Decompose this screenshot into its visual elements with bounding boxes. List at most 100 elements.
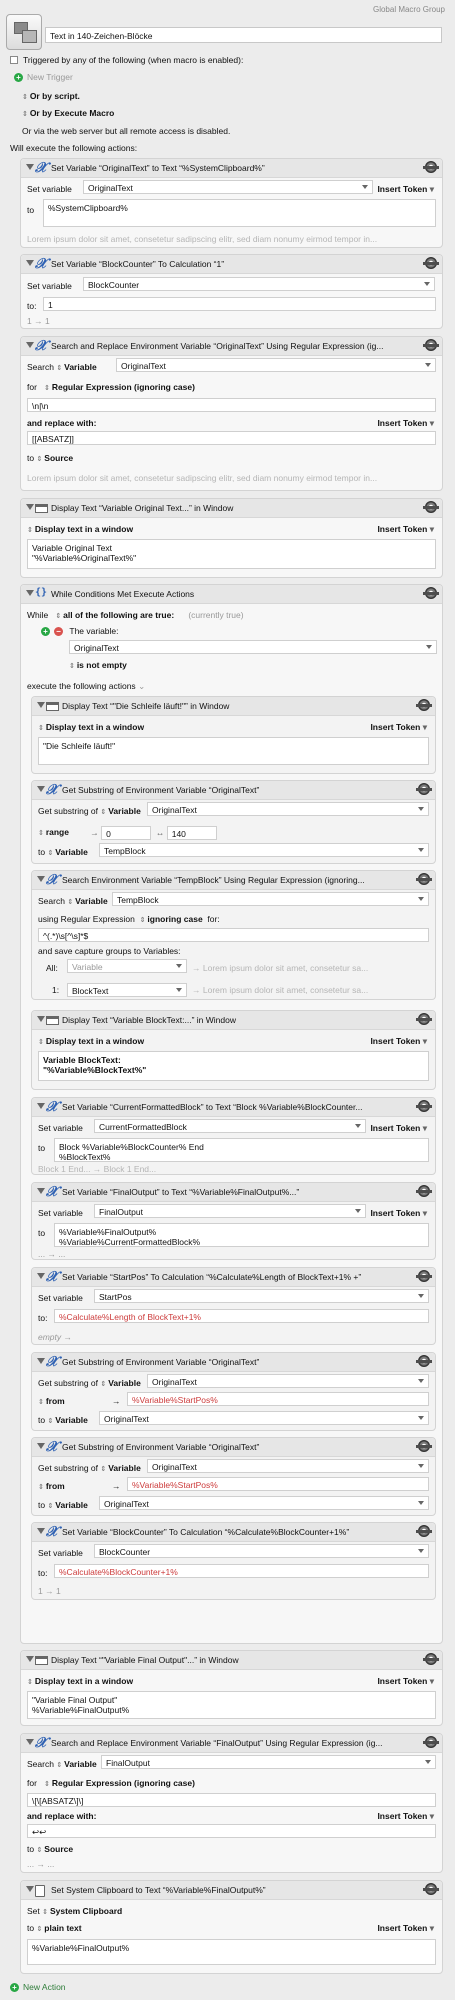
action-display-schleife[interactable]: Display Text “"Die Schleife läuft!"” in …: [31, 696, 436, 774]
clipboard-text-field[interactable]: %Variable%FinalOutput%: [27, 1939, 436, 1965]
action-display-blocktext[interactable]: Display Text “Variable BlockText:...” in…: [31, 1010, 436, 1090]
disclosure-triangle-icon[interactable]: [26, 1739, 34, 1745]
condition-operator-popup[interactable]: is not empty: [69, 660, 436, 670]
gear-icon[interactable]: [423, 501, 439, 513]
gear-icon[interactable]: [423, 587, 439, 599]
case-mode-popup[interactable]: ignoring case: [140, 914, 202, 924]
action-search-tempblock[interactable]: 𝒳 Search Environment Variable “TempBlock”…: [31, 870, 436, 985]
condition-scope-popup[interactable]: all of the following are true:: [55, 610, 174, 620]
destination-popup[interactable]: Source: [36, 453, 73, 463]
action-header[interactable]: 𝒳 Search and Replace Environment Variable…: [21, 1734, 442, 1753]
variable-name-field[interactable]: TempBlock: [112, 892, 429, 906]
text-value-field[interactable]: %SystemClipboard%: [43, 199, 436, 227]
new-action-button[interactable]: + New Action: [10, 1982, 66, 1992]
action-header[interactable]: 𝒳 Get Substring of Environment Variable “…: [32, 781, 435, 800]
range-mode-popup[interactable]: from: [38, 1481, 65, 1491]
action-header[interactable]: Set System Clipboard to Text “%Variable%…: [21, 1881, 442, 1900]
destination-type-popup[interactable]: Variable: [47, 1415, 88, 1425]
disclosure-triangle-icon[interactable]: [37, 1528, 45, 1534]
gear-icon[interactable]: [416, 873, 432, 885]
group-1-variable-field[interactable]: BlockText: [67, 983, 187, 997]
regex-pattern-field[interactable]: ^(.*)\s[^\s]*$: [38, 928, 429, 942]
action-header[interactable]: 𝒳 Get Substring of Environment Variable “…: [32, 1438, 435, 1457]
gear-icon[interactable]: [423, 257, 439, 269]
text-value-field[interactable]: Block %Variable%BlockCounter% End %Block…: [54, 1138, 429, 1162]
action-set-startpos[interactable]: 𝒳 Set Variable “StartPos” To Calculation …: [31, 1267, 436, 1345]
destination-variable-field[interactable]: OriginalText: [99, 1496, 429, 1510]
action-set-finaloutput[interactable]: 𝒳 Set Variable “FinalOutput” to Text “%Va…: [31, 1182, 436, 1260]
action-while-loop[interactable]: {} While Conditions Met Execute Actions W…: [20, 584, 443, 1644]
calculation-field[interactable]: %Calculate%Length of BlockText+1%: [54, 1309, 429, 1323]
destination-type-popup[interactable]: Variable: [47, 847, 88, 857]
search-pattern-field[interactable]: \[\[ABSATZ\]\]: [27, 1793, 436, 1807]
gear-icon[interactable]: [416, 1013, 432, 1025]
gear-icon[interactable]: [416, 783, 432, 795]
disclosure-triangle-icon[interactable]: [37, 1358, 45, 1364]
action-set-blockcounter[interactable]: 𝒳 Set Variable “BlockCounter” To Calculat…: [20, 254, 443, 329]
variable-name-field[interactable]: OriginalText: [147, 1374, 429, 1388]
disclosure-triangle-icon[interactable]: [26, 1656, 34, 1662]
text-value-field[interactable]: %Variable%FinalOutput% %Variable%Current…: [54, 1223, 429, 1247]
gear-icon[interactable]: [416, 699, 432, 711]
or-by-execute-macro-popup[interactable]: Or by Execute Macro: [22, 108, 115, 118]
variable-name-field[interactable]: CurrentFormattedBlock: [94, 1119, 366, 1133]
insert-token-button[interactable]: Insert Token: [370, 1036, 427, 1047]
disclosure-triangle-icon[interactable]: [26, 342, 34, 348]
clipboard-target-popup[interactable]: System Clipboard: [42, 1906, 122, 1916]
source-type-popup[interactable]: Variable: [100, 1378, 141, 1388]
gear-icon[interactable]: [423, 1653, 439, 1665]
chevron-down-icon[interactable]: ⌄: [138, 681, 145, 691]
gear-icon[interactable]: [416, 1440, 432, 1452]
range-start-field[interactable]: 0: [101, 826, 152, 840]
insert-token-button[interactable]: Insert Token: [377, 1923, 434, 1934]
disclosure-triangle-icon[interactable]: [37, 1103, 45, 1109]
macro-group-name[interactable]: Global Macro Group: [373, 5, 445, 14]
disclosure-triangle-icon[interactable]: [37, 1273, 45, 1279]
action-increment-blockcounter[interactable]: 𝒳 Set Variable “BlockCounter” To Calculat…: [31, 1522, 436, 1600]
insert-token-button[interactable]: Insert Token: [377, 184, 434, 195]
action-header[interactable]: Display Text “Variable BlockText:...” in…: [32, 1011, 435, 1030]
action-header[interactable]: Display Text “"Die Schleife läuft!"” in …: [32, 697, 435, 716]
action-display-original-text[interactable]: Display Text “Variable Original Text...”…: [20, 498, 443, 578]
display-text-field[interactable]: Variable BlockText: "%Variable%BlockText…: [38, 1051, 429, 1081]
disclosure-triangle-icon[interactable]: [26, 260, 34, 266]
variable-name-field[interactable]: OriginalText: [147, 802, 429, 816]
action-header[interactable]: 𝒳 Set Variable “BlockCounter” To Calculat…: [32, 1523, 435, 1542]
disclosure-triangle-icon[interactable]: [37, 876, 45, 882]
insert-token-button[interactable]: Insert Token: [377, 1811, 434, 1822]
action-header[interactable]: 𝒳 Get Substring of Environment Variable “…: [32, 1353, 435, 1372]
display-mode-popup[interactable]: Display text in a window: [27, 1676, 436, 1686]
search-type-popup[interactable]: Variable: [56, 1759, 97, 1769]
checkbox-icon[interactable]: [10, 56, 18, 64]
variable-name-field[interactable]: FinalOutput: [101, 1755, 436, 1769]
action-header[interactable]: Display Text “Variable Original Text...”…: [21, 499, 442, 518]
text-mode-popup[interactable]: plain text: [36, 1923, 81, 1933]
gear-icon[interactable]: [423, 161, 439, 173]
insert-token-button[interactable]: Insert Token: [377, 418, 434, 429]
gear-icon[interactable]: [416, 1355, 432, 1367]
display-text-field[interactable]: "Variable Final Output" %Variable%FinalO…: [27, 1691, 436, 1719]
replacement-field[interactable]: ↩↩: [27, 1824, 436, 1838]
action-header[interactable]: Display Text “"Variable Final Output"...…: [21, 1651, 442, 1670]
action-header[interactable]: 𝒳 Set Variable “StartPos” To Calculation …: [32, 1268, 435, 1287]
replacement-field[interactable]: [[ABSATZ]]: [27, 431, 436, 445]
disclosure-triangle-icon[interactable]: [37, 702, 45, 708]
gear-icon[interactable]: [416, 1525, 432, 1537]
variable-name-field[interactable]: BlockCounter: [83, 277, 435, 291]
start-position-field[interactable]: %Variable%StartPos%: [127, 1477, 429, 1491]
insert-token-button[interactable]: Insert Token: [377, 524, 434, 535]
disclosure-triangle-icon[interactable]: [37, 1016, 45, 1022]
disclosure-triangle-icon[interactable]: [26, 504, 34, 510]
range-mode-popup[interactable]: from: [38, 1396, 65, 1406]
search-type-popup[interactable]: Variable: [56, 362, 97, 372]
insert-token-button[interactable]: Insert Token: [370, 1208, 427, 1219]
calculation-field[interactable]: 1: [43, 297, 436, 311]
disclosure-triangle-icon[interactable]: [37, 786, 45, 792]
action-get-substring-tempblock[interactable]: 𝒳 Get Substring of Environment Variable “…: [31, 780, 436, 864]
destination-variable-field[interactable]: TempBlock: [99, 843, 429, 857]
insert-token-button[interactable]: Insert Token: [370, 1123, 427, 1134]
variable-name-field[interactable]: BlockCounter: [94, 1544, 429, 1558]
calculation-field[interactable]: %Calculate%BlockCounter+1%: [54, 1564, 429, 1578]
macro-icon[interactable]: [6, 14, 42, 50]
new-trigger-button[interactable]: + New Trigger: [14, 72, 73, 82]
